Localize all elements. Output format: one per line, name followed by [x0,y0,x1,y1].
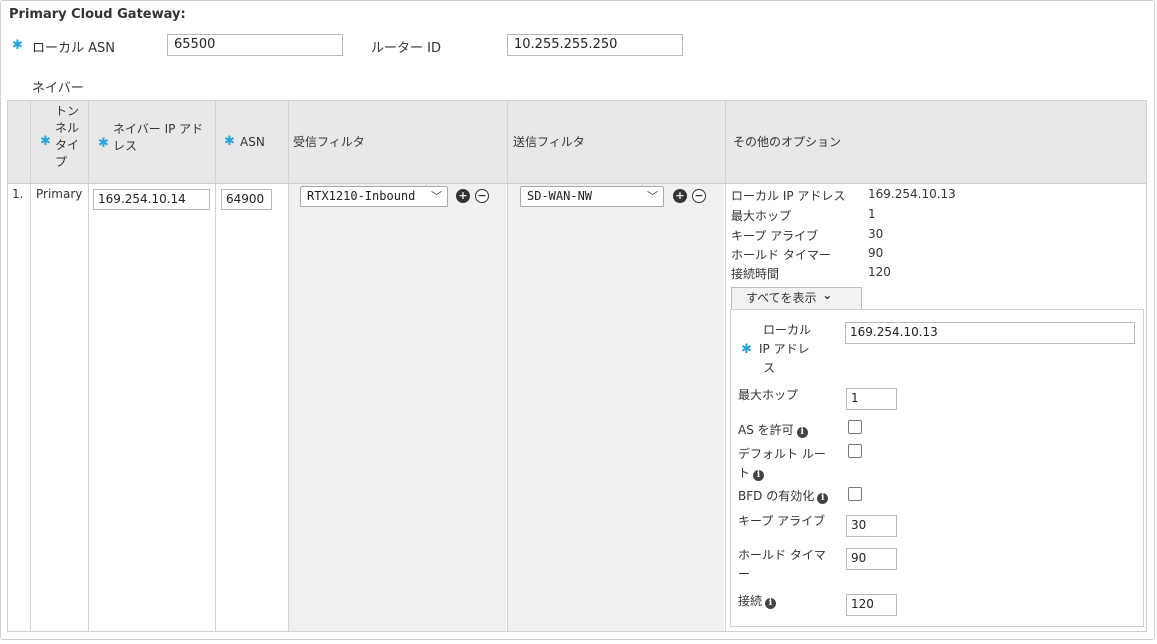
tunnel-type-value: Primary [36,187,83,201]
neighbor-section-label: ネイバー [32,81,84,96]
panel-local-ip-input[interactable]: 169.254.10.13 [845,322,1135,344]
row-index: 1. [12,187,24,201]
summary-keepalive-value: 30 [868,227,884,241]
panel-keepalive-label: キープ アライブ [738,514,826,528]
add-inbound-filter-icon[interactable]: + [456,189,470,203]
summary-connect-label: 接続時間 [731,267,780,281]
col-outbound-filter: 送信フィルタ [513,135,585,149]
panel-bfd-label: BFD の有効化 i [738,487,829,506]
col-other-options: その他のオプション [733,135,842,149]
panel-default-route-label: デフォルト ルー トi [738,447,826,481]
panel-local-ip-label: ローカル IP アドレ ス [759,323,812,375]
required-icon: ✱ [40,134,51,149]
panel-allow-as-label: AS を許可 i [738,421,808,440]
col-asn: ASN [240,135,265,149]
add-outbound-filter-icon[interactable]: + [673,189,687,203]
col-inbound-filter: 受信フィルタ [293,135,365,149]
summary-local-ip-label: ローカル IP アドレス [731,189,846,203]
chevron-down-icon: ﹀ [431,190,442,203]
required-icon: ✱ [98,136,109,151]
router-id-label: ルーター ID [371,41,441,56]
remove-inbound-filter-icon[interactable]: − [475,189,489,203]
info-icon[interactable]: i [796,427,808,438]
summary-connect-value: 120 [868,265,891,279]
chevron-down-icon: ﹀ [647,190,658,203]
panel-keepalive-input[interactable]: 30 [846,515,897,537]
panel-connect-label: 接続 i [738,592,777,611]
panel-max-hop-label: 最大ホップ [738,388,799,402]
panel-hold-timer-input[interactable]: 90 [846,548,897,570]
inbound-filter-select[interactable]: RTX1210-Inbound ﹀ [300,186,448,207]
remove-outbound-filter-icon[interactable]: − [692,189,706,203]
col-neighbor-ip: ネイバー IP アド レス [113,122,204,153]
required-icon: ✱ [12,38,23,53]
required-icon: ✱ [741,342,752,357]
summary-local-ip-value: 169.254.10.13 [868,187,956,201]
summary-max-hop-value: 1 [868,207,876,221]
outbound-filter-cell [508,184,724,631]
chevron-down-icon: ⌄ [822,288,833,302]
local-asn-input[interactable]: 65500 [167,34,343,56]
summary-hold-timer-label: ホールド タイマー [731,248,831,262]
inbound-filter-cell [289,184,506,631]
required-icon: ✱ [224,134,235,149]
info-icon[interactable]: i [753,470,765,481]
outbound-filter-select[interactable]: SD-WAN-NW ﹀ [520,186,664,207]
panel-connect-input[interactable]: 120 [846,594,897,616]
summary-hold-timer-value: 90 [868,246,884,260]
gateway-title: Primary Cloud Gateway: [9,7,186,22]
info-icon[interactable]: i [765,598,777,609]
summary-keepalive-label: キープ アライブ [731,229,819,243]
show-all-button[interactable]: すべてを表示 ⌄ [731,287,862,310]
panel-hold-timer-label: ホールド タイマ ー [738,548,826,581]
router-id-input[interactable]: 10.255.255.250 [507,34,683,56]
default-route-checkbox[interactable] [848,444,862,458]
info-icon[interactable]: i [817,493,829,504]
local-asn-label: ローカル ASN [32,41,116,56]
summary-max-hop-label: 最大ホップ [731,209,792,223]
col-tunnel-type: トン ネル タイ プ [55,104,80,169]
panel-max-hop-input[interactable]: 1 [846,388,897,410]
allow-as-checkbox[interactable] [848,420,862,434]
neighbor-ip-input[interactable]: 169.254.10.14 [93,189,210,210]
bfd-checkbox[interactable] [848,487,862,501]
neighbor-asn-input[interactable]: 64900 [221,189,272,210]
